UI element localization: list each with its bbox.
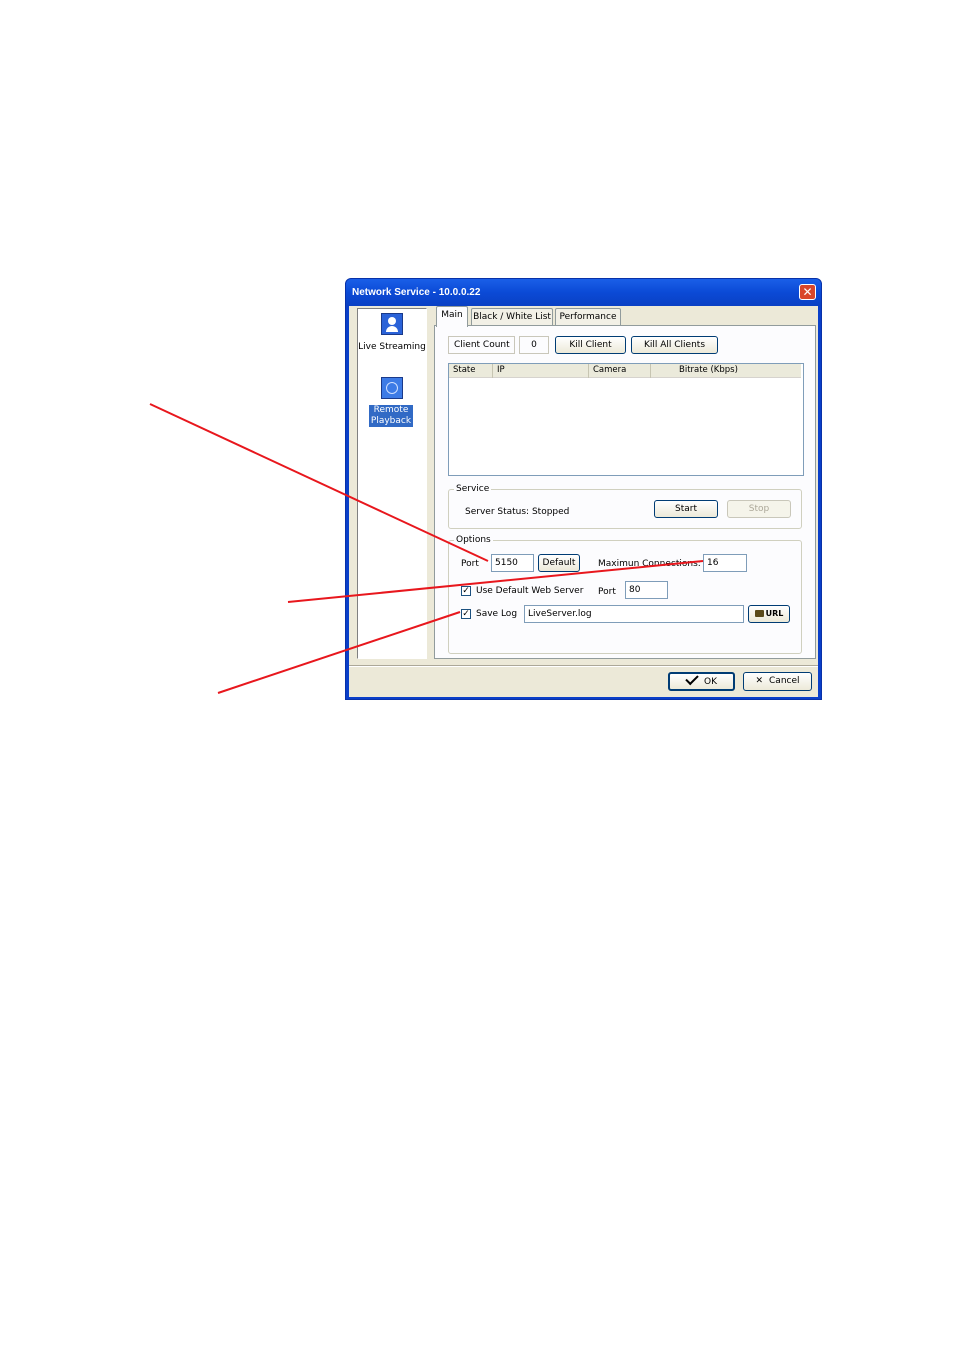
column-header-camera[interactable]: Camera: [589, 364, 651, 378]
log-file-input[interactable]: LiveServer.log: [524, 605, 744, 623]
column-header-ip[interactable]: IP: [493, 364, 589, 378]
max-connections-input[interactable]: 16: [703, 554, 747, 572]
url-button-label: URL: [765, 609, 784, 618]
sidebar-item-live-streaming[interactable]: Live Streaming: [358, 309, 426, 369]
tab-black-white-list[interactable]: Black / White List: [471, 308, 553, 326]
use-default-web-server-checkbox[interactable]: ✓: [461, 586, 471, 596]
network-service-window: Network Service - 10.0.0.22 ✕ Live Strea…: [345, 278, 822, 700]
client-count-label: Client Count: [448, 336, 515, 354]
port-input[interactable]: 5150: [491, 554, 534, 572]
save-log-label: Save Log: [476, 609, 518, 619]
options-legend: Options: [454, 535, 493, 545]
remote-playback-icon: [381, 377, 403, 399]
column-header-bitrate[interactable]: Bitrate (Kbps): [651, 364, 801, 378]
close-icon[interactable]: ✕: [799, 284, 816, 300]
start-button[interactable]: Start: [654, 500, 718, 518]
url-button[interactable]: URL: [748, 605, 790, 623]
server-status-text: Server Status: Stopped: [465, 507, 570, 517]
port-label: Port: [461, 559, 479, 569]
tab-performance[interactable]: Performance: [555, 308, 621, 326]
live-streaming-icon: [381, 313, 403, 335]
web-port-label: Port: [598, 587, 616, 597]
x-icon: ✕: [755, 676, 764, 686]
main-tab-panel: Client Count 0 Kill Client Kill All Clie…: [434, 325, 816, 659]
window-title: Network Service - 10.0.0.22: [352, 287, 481, 298]
max-connections-label: Maximun Connections:: [598, 559, 701, 569]
client-list[interactable]: State IP Camera Bitrate (Kbps): [448, 363, 804, 476]
ok-button[interactable]: OK: [668, 671, 735, 691]
tab-main[interactable]: Main: [436, 306, 468, 327]
check-icon: [685, 671, 699, 686]
default-port-button[interactable]: Default: [538, 554, 580, 572]
client-count-value: 0: [519, 336, 549, 354]
cancel-button-label: Cancel: [769, 676, 800, 686]
footer-separator: [349, 665, 818, 667]
options-group: Options Port 5150 Default Maximun Connec…: [448, 535, 802, 654]
save-log-checkbox[interactable]: ✓: [461, 609, 471, 619]
folder-icon: [754, 610, 764, 617]
kill-all-clients-button[interactable]: Kill All Clients: [631, 336, 718, 354]
stop-button[interactable]: Stop: [727, 500, 791, 518]
cancel-button[interactable]: ✕ Cancel: [743, 672, 812, 691]
dialog-body: Live Streaming Remote Playback Main Blac…: [349, 306, 818, 697]
sidebar-item-label: Remote Playback: [369, 405, 413, 427]
client-list-header: State IP Camera Bitrate (Kbps): [449, 364, 801, 378]
use-default-web-server-label: Use Default Web Server: [476, 586, 584, 596]
web-port-input[interactable]: 80: [625, 581, 668, 599]
sidebar-item-remote-playback[interactable]: Remote Playback: [358, 373, 426, 433]
title-bar[interactable]: Network Service - 10.0.0.22 ✕: [346, 279, 821, 306]
sidebar-item-label: Live Streaming: [358, 342, 426, 352]
service-legend: Service: [454, 484, 492, 494]
service-group: Service Server Status: Stopped Start Sto…: [448, 484, 802, 529]
kill-client-button[interactable]: Kill Client: [555, 336, 626, 354]
column-header-state[interactable]: State: [449, 364, 493, 378]
ok-button-label: OK: [704, 677, 717, 687]
service-sidebar: Live Streaming Remote Playback: [357, 308, 427, 659]
